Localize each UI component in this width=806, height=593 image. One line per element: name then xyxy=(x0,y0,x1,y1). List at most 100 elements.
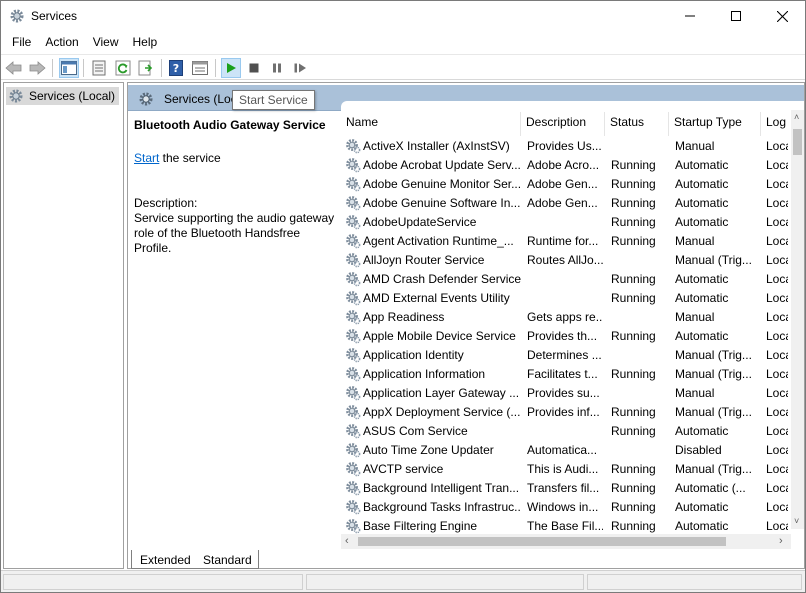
service-row[interactable]: Adobe Genuine Monitor Ser... Adobe Gen...… xyxy=(341,175,791,194)
menu-help[interactable]: Help xyxy=(126,32,165,53)
service-log-on-as: Loca xyxy=(766,253,788,267)
service-row[interactable]: ASUS Com Service Running Automatic Loca xyxy=(341,422,791,441)
service-gear-icon xyxy=(345,233,361,249)
console-tree: Services (Local) xyxy=(3,82,124,569)
menu-view[interactable]: View xyxy=(86,32,126,53)
service-row[interactable]: AMD External Events Utility Running Automa… xyxy=(341,289,791,308)
properties-button[interactable] xyxy=(89,58,109,78)
mmc-view-button[interactable] xyxy=(190,58,210,78)
service-startup-type: Automatic xyxy=(675,177,729,191)
service-row[interactable]: Application Information Facilitates t... R… xyxy=(341,365,791,384)
vertical-scrollbar[interactable]: ˄ ˅ xyxy=(791,110,804,529)
export-list-button[interactable] xyxy=(136,58,156,78)
column-header-description[interactable]: Description xyxy=(521,112,605,136)
resume-service-button[interactable] xyxy=(290,58,310,78)
service-row[interactable]: Background Tasks Infrastruc... Windows in… xyxy=(341,498,791,517)
service-row[interactable]: Application Layer Gateway ... Provides su… xyxy=(341,384,791,403)
scroll-up-icon[interactable]: ˄ xyxy=(794,112,799,122)
close-button[interactable] xyxy=(759,1,805,31)
service-description: Determines ... xyxy=(527,348,602,362)
service-row[interactable]: ActiveX Installer (AxInstSV) Provides Us.… xyxy=(341,137,791,156)
refresh-icon xyxy=(115,60,131,76)
show-hide-tree-button[interactable] xyxy=(59,58,79,78)
service-row[interactable]: Background Intelligent Tran... Transfers … xyxy=(341,479,791,498)
service-log-on-as: Loca xyxy=(766,500,788,514)
maximize-icon xyxy=(731,11,741,21)
service-row[interactable]: AllJoyn Router Service Routes AllJo... Man… xyxy=(341,251,791,270)
help-button[interactable]: ? xyxy=(166,58,186,78)
column-header-name[interactable]: ˄ Name xyxy=(341,112,521,136)
scroll-right-icon[interactable]: › xyxy=(779,535,783,547)
service-description: Provides inf... xyxy=(527,405,600,419)
service-row[interactable]: App Readiness Gets apps re... Manual Loca xyxy=(341,308,791,327)
service-startup-type: Automatic xyxy=(675,519,729,533)
service-log-on-as: Loca xyxy=(766,462,788,476)
service-description: Provides th... xyxy=(527,329,598,343)
horizontal-scroll-thumb[interactable] xyxy=(358,537,726,546)
start-service-button[interactable] xyxy=(221,58,241,78)
vertical-scroll-thumb[interactable] xyxy=(793,129,802,155)
service-gear-icon xyxy=(345,195,361,211)
service-gear-icon xyxy=(345,252,361,268)
service-gear-icon xyxy=(345,480,361,496)
forward-button[interactable] xyxy=(27,58,47,78)
service-action: Start the service xyxy=(134,151,221,165)
service-startup-type: Automatic xyxy=(675,215,729,229)
service-row[interactable]: AMD Crash Defender Service Running Automat… xyxy=(341,270,791,289)
menu-file[interactable]: File xyxy=(5,32,38,53)
close-icon xyxy=(776,10,788,22)
stop-service-button[interactable] xyxy=(244,58,264,78)
service-gear-icon xyxy=(345,347,361,363)
tree-item-label: Services (Local) xyxy=(29,89,116,103)
service-name: AMD Crash Defender Service xyxy=(363,272,521,286)
service-row[interactable]: Application Identity Determines ... Manual… xyxy=(341,346,791,365)
back-button[interactable] xyxy=(4,58,24,78)
menu-action[interactable]: Action xyxy=(38,32,85,53)
service-name: AppX Deployment Service (... xyxy=(363,405,521,419)
service-description: Facilitates t... xyxy=(527,367,598,381)
description-label: Description: xyxy=(134,196,198,210)
service-log-on-as: Loca xyxy=(766,405,788,419)
pause-service-button[interactable] xyxy=(267,58,287,78)
service-row[interactable]: Agent Activation Runtime_... Runtime for.… xyxy=(341,232,791,251)
service-status: Running xyxy=(611,367,656,381)
maximize-button[interactable] xyxy=(713,1,759,31)
service-startup-type: Manual xyxy=(675,139,715,153)
service-row[interactable]: Apple Mobile Device Service Provides th..… xyxy=(341,327,791,346)
service-row[interactable]: AppX Deployment Service (... Provides inf… xyxy=(341,403,791,422)
start-service-tooltip: Start Service xyxy=(232,90,315,110)
tree-item-services-local[interactable]: Services (Local) xyxy=(6,87,119,105)
refresh-button[interactable] xyxy=(113,58,133,78)
scroll-left-icon[interactable]: ‹ xyxy=(345,535,349,547)
service-row[interactable]: Adobe Genuine Software In... Adobe Gen...… xyxy=(341,194,791,213)
service-name: App Readiness xyxy=(363,310,445,324)
services-gear-icon xyxy=(9,89,23,103)
minimize-button[interactable] xyxy=(667,1,713,31)
service-description: Adobe Gen... xyxy=(527,196,598,210)
column-header-status[interactable]: Status xyxy=(605,112,669,136)
status-bar xyxy=(1,570,805,592)
service-log-on-as: Loca xyxy=(766,272,788,286)
service-startup-type: Manual xyxy=(675,386,715,400)
service-status: Running xyxy=(611,405,656,419)
service-description: Gets apps re... xyxy=(527,310,603,324)
service-row[interactable]: AdobeUpdateService Running Automatic Loca xyxy=(341,213,791,232)
service-gear-icon xyxy=(345,271,361,287)
horizontal-scrollbar[interactable]: ‹ › xyxy=(341,534,791,549)
service-row[interactable]: Adobe Acrobat Update Serv... Adobe Acro..… xyxy=(341,156,791,175)
service-log-on-as: Loca xyxy=(766,367,788,381)
service-log-on-as: Loca xyxy=(766,196,788,210)
service-description: Provides su... xyxy=(527,386,600,400)
scroll-down-icon[interactable]: ˅ xyxy=(794,516,799,526)
tab-standard[interactable]: Standard xyxy=(197,550,259,569)
toolbar-separator xyxy=(83,59,84,77)
service-log-on-as: Loca xyxy=(766,234,788,248)
start-service-link[interactable]: Start xyxy=(134,151,159,165)
service-startup-type: Manual xyxy=(675,234,715,248)
column-header-startup-type[interactable]: Startup Type xyxy=(669,112,761,136)
service-row[interactable]: AVCTP service This is Audi... Running Manua… xyxy=(341,460,791,479)
column-header-log-on-as[interactable]: Log xyxy=(761,112,791,136)
tab-extended[interactable]: Extended xyxy=(131,550,197,569)
service-row[interactable]: Auto Time Zone Updater Automatica... Disab… xyxy=(341,441,791,460)
service-gear-icon xyxy=(345,461,361,477)
